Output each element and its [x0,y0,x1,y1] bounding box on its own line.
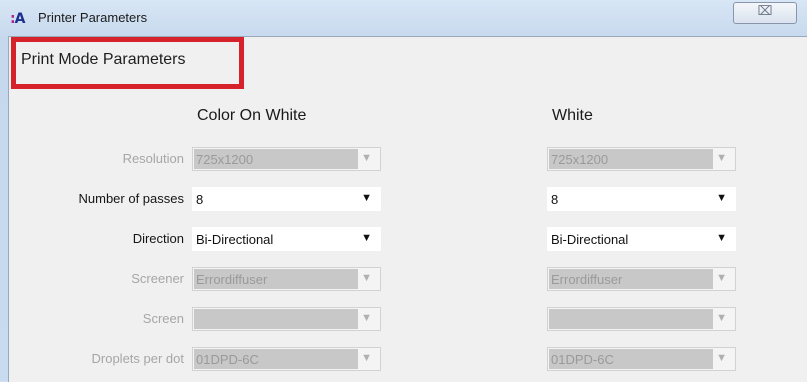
column-header-color-on-white: Color On White [197,107,307,124]
color-on-white-resolution-select: 725x1200 ▼ [192,147,381,171]
select-value: 725x1200 [551,152,609,167]
select-value: 01DPD-6C [551,352,614,367]
chevron-down-icon: ▼ [716,272,727,284]
select-value: 8 [196,192,204,207]
color-on-white-droplets-per-dot-select: 01DPD-6C ▼ [192,347,381,371]
title-bar[interactable]: :A Printer Parameters ⌧ [0,0,807,36]
chevron-down-icon[interactable]: ▼ [716,232,727,244]
color-on-white-screen-select: ▼ [192,307,381,331]
chevron-down-icon: ▼ [361,272,372,284]
select-value: 725x1200 [196,152,254,167]
label-screen: Screen [142,311,184,326]
white-droplets-per-dot-select: 01DPD-6C ▼ [547,347,736,371]
app-icon: :A [10,11,25,27]
chevron-down-icon[interactable]: ▼ [361,232,372,244]
chevron-down-icon[interactable]: ▼ [361,192,372,204]
highlight-box [11,37,244,89]
white-direction-select[interactable]: Bi-Directional ▼ [547,227,736,251]
label-direction: Direction [132,231,184,246]
select-value: Errordiffuser [551,272,623,287]
label-number-of-passes: Number of passes [78,191,185,206]
white-screen-select: ▼ [547,307,736,331]
select-value: 8 [551,192,559,207]
disabled-value-box [549,309,713,329]
printer-parameters-window: :A Printer Parameters ⌧ Print Mode Param… [0,0,807,382]
chevron-down-icon: ▼ [361,352,372,364]
white-number-of-passes-select[interactable]: 8 ▼ [547,187,736,211]
white-resolution-select: 725x1200 ▼ [547,147,736,171]
select-value: 01DPD-6C [196,352,259,367]
color-on-white-number-of-passes-select[interactable]: 8 ▼ [192,187,381,211]
label-screener: Screener [131,271,184,286]
chevron-down-icon: ▼ [716,352,727,364]
close-icon: ⌧ [757,4,773,19]
disabled-value-box [194,309,358,329]
chevron-down-icon: ▼ [361,152,372,164]
color-on-white-direction-select[interactable]: Bi-Directional ▼ [192,227,381,251]
close-button[interactable]: ⌧ [733,2,797,24]
select-value: Errordiffuser [196,272,268,287]
window-title: Printer Parameters [38,10,148,25]
chevron-down-icon: ▼ [716,152,727,164]
label-resolution: Resolution [122,151,184,166]
chevron-down-icon: ▼ [716,312,727,324]
white-screener-select: Errordiffuser ▼ [547,267,736,291]
chevron-down-icon[interactable]: ▼ [716,192,727,204]
select-value: Bi-Directional [196,232,274,247]
chevron-down-icon: ▼ [361,312,372,324]
color-on-white-screener-select: Errordiffuser ▼ [192,267,381,291]
label-droplets-per-dot: Droplets per dot [91,351,185,366]
column-header-white: White [552,107,593,124]
select-value: Bi-Directional [551,232,629,247]
